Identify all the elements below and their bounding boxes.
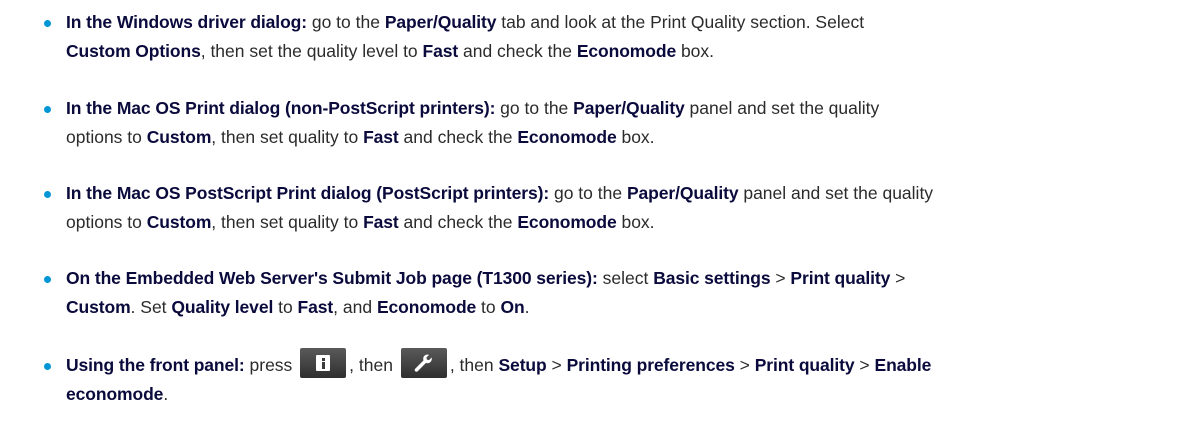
emphasis-text: Economode — [376, 297, 477, 317]
list-item-text: Using the front panel: press , then , th… — [66, 348, 1186, 409]
body-text: , then — [449, 355, 499, 375]
body-text: , and — [333, 297, 377, 317]
body-text: options to — [66, 127, 147, 147]
text-line: Using the front panel: press , then , th… — [66, 348, 1186, 380]
body-text: and check the — [458, 41, 577, 61]
emphasis-text: Print quality — [790, 268, 891, 288]
bullet-icon — [44, 363, 51, 370]
text-line: In the Windows driver dialog: go to the … — [66, 8, 1186, 37]
body-text: go to the — [549, 183, 627, 203]
lead-in-text: In the Mac OS Print dialog (non-PostScri… — [66, 98, 496, 118]
lead-in-text: On the Embedded Web Server's Submit Job … — [66, 268, 598, 288]
bullet-icon — [44, 20, 51, 27]
body-text: panel and set the quality — [684, 98, 880, 118]
body-text: > — [734, 355, 755, 375]
list-item-text: In the Mac OS Print dialog (non-PostScri… — [66, 94, 1186, 152]
body-text: go to the — [306, 12, 385, 32]
body-text: tab and look at the Print Quality sectio… — [496, 12, 865, 32]
list-item-text: On the Embedded Web Server's Submit Job … — [66, 264, 1186, 322]
body-text: and check the — [398, 127, 518, 147]
list-item-text: In the Windows driver dialog: go to the … — [66, 8, 1186, 66]
body-text: box. — [676, 41, 715, 61]
body-text: panel and set the quality — [738, 183, 934, 203]
emphasis-text: Custom — [66, 297, 131, 317]
lead-in-text: In the Windows driver dialog: — [66, 12, 307, 32]
text-line: economode. — [66, 380, 1186, 409]
body-text: , then set quality to — [211, 127, 364, 147]
body-text: box. — [616, 212, 655, 232]
body-text: . — [163, 384, 169, 404]
body-text: > — [770, 268, 791, 288]
text-line: In the Mac OS PostScript Print dialog (P… — [66, 179, 1186, 208]
body-text: > — [854, 355, 875, 375]
emphasis-text: Enable — [874, 355, 932, 375]
emphasis-text: Economode — [517, 127, 617, 147]
emphasis-text: Economode — [517, 212, 617, 232]
wrench-button-icon — [400, 348, 447, 379]
body-text: . Set — [130, 297, 172, 317]
bullet-icon — [44, 106, 51, 113]
text-line: options to Custom, then set quality to F… — [66, 208, 1186, 237]
text-line: On the Embedded Web Server's Submit Job … — [66, 264, 1186, 293]
emphasis-text: Fast — [363, 212, 399, 232]
emphasis-text: On — [500, 297, 525, 317]
emphasis-text: Quality level — [171, 297, 274, 317]
body-text: . — [524, 297, 530, 317]
body-text: to — [476, 297, 501, 317]
body-text: > — [546, 355, 567, 375]
body-text: > — [890, 268, 906, 288]
lead-in-text: Using the front panel: — [66, 355, 245, 375]
list-item-text: In the Mac OS PostScript Print dialog (P… — [66, 179, 1186, 237]
emphasis-text: Basic settings — [653, 268, 771, 288]
emphasis-text: economode — [66, 384, 164, 404]
body-text: , then set quality to — [211, 212, 364, 232]
emphasis-text: Fast — [422, 41, 459, 61]
body-text: , then — [349, 355, 398, 375]
emphasis-text: Custom — [146, 127, 212, 147]
emphasis-text: Economode — [576, 41, 677, 61]
text-line: Custom. Set Quality level to Fast, and E… — [66, 293, 1186, 322]
emphasis-text: Custom Options — [66, 41, 201, 61]
body-text: go to the — [495, 98, 574, 118]
emphasis-text: Setup — [498, 355, 547, 375]
emphasis-text: Paper/Quality — [626, 183, 739, 203]
bullet-icon — [44, 191, 51, 198]
emphasis-text: Custom — [146, 212, 212, 232]
body-text: press — [244, 355, 298, 375]
lead-in-text: In the Mac OS PostScript Print dialog (P… — [66, 183, 550, 203]
emphasis-text: Fast — [363, 127, 399, 147]
bullet-icon — [44, 276, 51, 283]
body-text: options to — [66, 212, 147, 232]
text-line: options to Custom, then set quality to F… — [66, 123, 1186, 152]
text-line: In the Mac OS Print dialog (non-PostScri… — [66, 94, 1186, 123]
body-text: , then set the quality level to — [200, 41, 423, 61]
emphasis-text: Print quality — [754, 355, 855, 375]
body-text: box. — [616, 127, 655, 147]
body-text: select — [597, 268, 654, 288]
emphasis-text: Printing preferences — [566, 355, 735, 375]
emphasis-text: Paper/Quality — [573, 98, 685, 118]
text-line: Custom Options, then set the quality lev… — [66, 37, 1186, 66]
emphasis-text: Paper/Quality — [384, 12, 497, 32]
emphasis-text: Fast — [297, 297, 334, 317]
body-text: and check the — [398, 212, 518, 232]
body-text: to — [273, 297, 298, 317]
info-button-icon — [300, 348, 347, 379]
